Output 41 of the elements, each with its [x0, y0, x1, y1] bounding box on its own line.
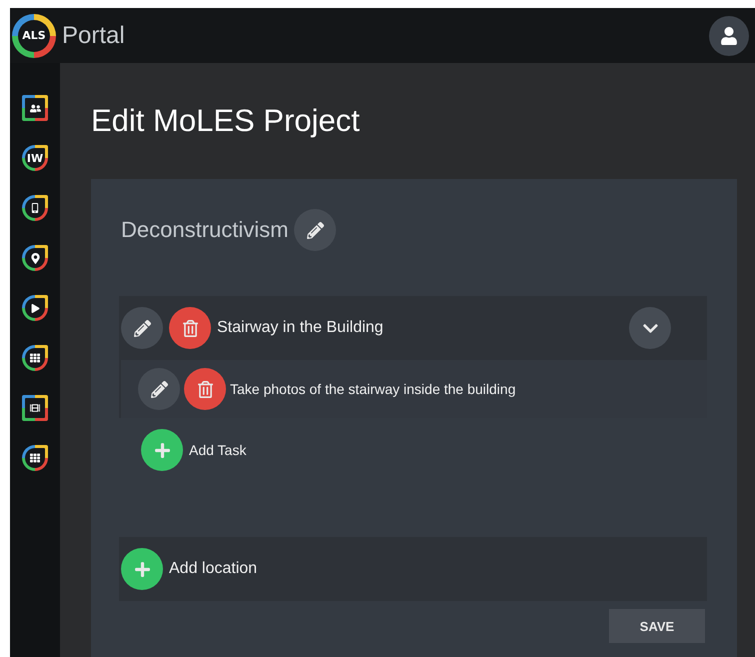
delete-button[interactable]: [169, 307, 211, 349]
sidebar-app-button[interactable]: IW: [22, 145, 48, 171]
user-avatar-button[interactable]: [709, 16, 749, 56]
edit-button[interactable]: [138, 368, 180, 410]
page-title: Edit MoLES Project: [91, 103, 361, 139]
pencil-icon: [150, 380, 168, 398]
app-title: Portal: [62, 22, 126, 50]
expand-toggle-button[interactable]: [629, 307, 671, 349]
grid-icon: [30, 453, 40, 463]
sidebar-app-button[interactable]: [22, 245, 48, 271]
film-icon: [30, 403, 40, 413]
project-name: Deconstructivism: [121, 217, 288, 243]
plus-icon: [154, 442, 170, 458]
add-location-label[interactable]: Add location: [169, 560, 707, 578]
task-name: Take photos of the stairway inside the building: [230, 381, 517, 397]
add-location-button[interactable]: [121, 548, 163, 590]
edit-button[interactable]: [121, 307, 163, 349]
people-icon: [30, 102, 40, 114]
pencil-icon: [134, 320, 150, 336]
plus-icon: [134, 560, 150, 578]
sidebar-app-button[interactable]: [22, 295, 48, 321]
save-button[interactable]: SAVE: [609, 609, 705, 643]
logo-text: ALS: [22, 29, 46, 42]
pencil-icon: [306, 222, 324, 238]
sidebar-app-button[interactable]: [22, 95, 48, 121]
phone-icon: [30, 203, 40, 213]
play-icon: [30, 304, 40, 312]
trash-icon: [196, 380, 214, 398]
sidebar-app-button[interactable]: [22, 445, 48, 471]
sidebar-app-button[interactable]: [22, 395, 48, 421]
grid-icon: [30, 353, 40, 363]
user-icon: [720, 26, 738, 44]
add-task-button[interactable]: [141, 429, 183, 471]
sidebar-app-button[interactable]: [22, 195, 48, 221]
trash-icon: [182, 320, 198, 336]
delete-button[interactable]: [184, 368, 226, 410]
location-name: Stairway in the Building: [217, 319, 384, 337]
sidebar-app-button[interactable]: [22, 345, 48, 371]
map-pin-icon: [30, 252, 40, 264]
app-logo-text: IW: [26, 152, 44, 164]
edit-button[interactable]: [294, 209, 336, 251]
